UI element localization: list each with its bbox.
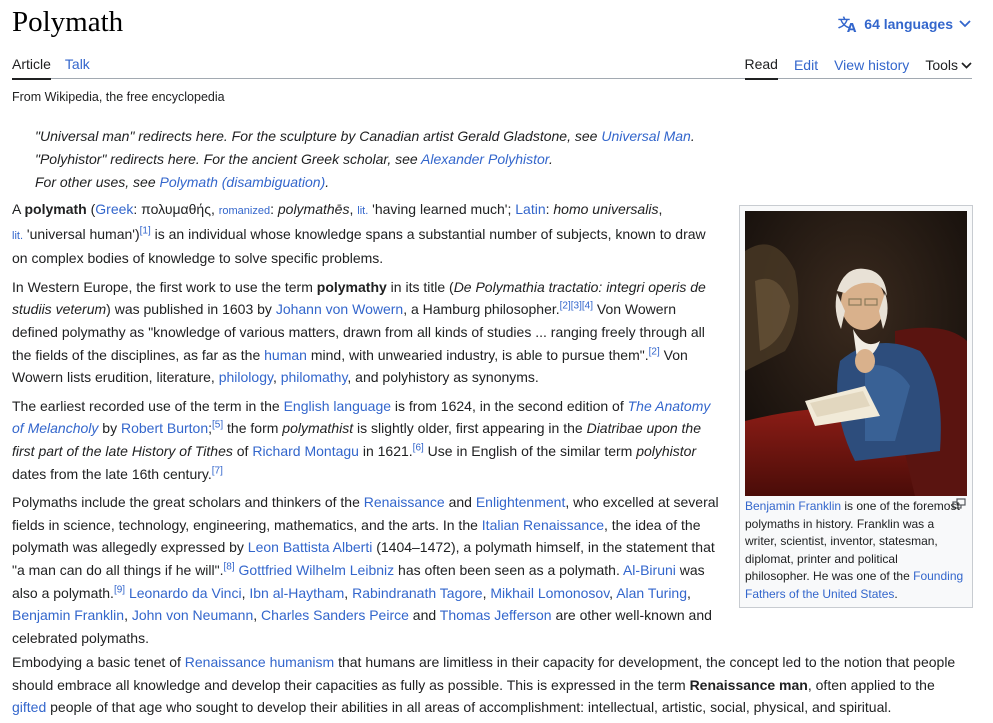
svg-text:A: A xyxy=(847,21,857,33)
chevron-down-icon xyxy=(959,19,971,29)
link-enlightenment[interactable]: Enlightenment xyxy=(476,494,566,510)
hatnote-polyhistor: "Polyhistor" redirects here. For the anc… xyxy=(35,151,553,167)
citation-link[interactable]: [2][3][4] xyxy=(560,301,593,312)
tab-talk[interactable]: Talk xyxy=(65,56,90,80)
citation-link[interactable]: [7] xyxy=(212,465,223,476)
tab-edit[interactable]: Edit xyxy=(794,57,818,79)
link-ibn-al-haytham[interactable]: Ibn al-Haytham xyxy=(249,585,344,601)
link-richard-montagu[interactable]: Richard Montagu xyxy=(252,443,359,459)
link-english-language[interactable]: English language xyxy=(284,398,391,414)
page-title: Polymath xyxy=(12,6,124,38)
link-greek[interactable]: Greek xyxy=(95,201,133,217)
link-lit[interactable]: lit. xyxy=(12,230,23,242)
link-benjamin-franklin-caption[interactable]: Benjamin Franklin xyxy=(745,499,841,513)
link-alan-turing[interactable]: Alan Turing xyxy=(616,585,687,601)
image-caption: Benjamin Franklin is one of the foremost… xyxy=(745,499,964,601)
link-human[interactable]: human xyxy=(264,347,307,363)
citation-link[interactable]: [8] xyxy=(224,561,235,572)
link-lit[interactable]: lit. xyxy=(357,205,368,217)
link-da-vinci[interactable]: Leonardo da Vinci xyxy=(129,585,242,601)
link-latin[interactable]: Latin xyxy=(515,201,545,217)
tools-label: Tools xyxy=(925,57,958,73)
hatnote-other-uses: For other uses, see Polymath (disambigua… xyxy=(35,174,330,190)
article-page: Polymath 文 A 64 languages Article Talk R… xyxy=(0,0,993,723)
chevron-down-icon xyxy=(961,57,972,73)
paragraph-western-europe: In Western Europe, the first work to use… xyxy=(12,278,706,386)
paragraph-intro: A polymath (Greek: πολυμαθής, romanized:… xyxy=(12,201,706,267)
paragraph-earliest-use: The earliest recorded use of the term in… xyxy=(12,397,711,482)
link-von-neumann[interactable]: John von Neumann xyxy=(132,607,253,623)
link-tagore[interactable]: Rabindranath Tagore xyxy=(352,585,483,601)
tab-article[interactable]: Article xyxy=(12,56,51,80)
link-peirce[interactable]: Charles Sanders Peirce xyxy=(261,607,409,623)
translate-icon: 文 A xyxy=(838,15,858,33)
franklin-portrait-image[interactable] xyxy=(745,211,967,496)
link-romanized[interactable]: romanized xyxy=(219,205,270,217)
citation-link[interactable]: [5] xyxy=(212,420,223,431)
languages-label: 64 languages xyxy=(864,16,953,32)
paragraph-humanism: Embodying a basic tenet of Renaissance h… xyxy=(12,654,956,716)
citation-link[interactable]: [6] xyxy=(413,442,424,453)
link-jefferson[interactable]: Thomas Jefferson xyxy=(440,607,552,623)
link-philology[interactable]: philology xyxy=(219,369,273,385)
tab-read[interactable]: Read xyxy=(744,56,778,80)
hatnote-universal-man: "Universal man" redirects here. For the … xyxy=(35,128,695,144)
link-polymath-disambiguation[interactable]: Polymath (disambiguation) xyxy=(160,174,326,190)
article-body: A polymath (Greek: πολυμαθής, romanized:… xyxy=(12,198,720,655)
link-universal-man[interactable]: Universal Man xyxy=(601,128,690,144)
paragraph-polymaths: Polymaths include the great scholars and… xyxy=(12,494,719,646)
link-lomonosov[interactable]: Mikhail Lomonosov xyxy=(490,585,609,601)
citation-link[interactable]: [2] xyxy=(649,346,660,357)
link-alexander-polyhistor[interactable]: Alexander Polyhistor xyxy=(421,151,549,167)
link-robert-burton[interactable]: Robert Burton xyxy=(121,420,208,436)
link-gifted[interactable]: gifted xyxy=(12,699,46,715)
page-tabs: Article Talk Read Edit View history Tool… xyxy=(12,52,972,80)
link-philomathy[interactable]: philomathy xyxy=(281,369,348,385)
link-benjamin-franklin[interactable]: Benjamin Franklin xyxy=(12,607,124,623)
infobox-thumbnail: Benjamin Franklin is one of the foremost… xyxy=(739,205,973,608)
link-renaissance-humanism[interactable]: Renaissance humanism xyxy=(185,654,334,670)
link-leibniz[interactable]: Gottfried Wilhelm Leibniz xyxy=(239,562,395,578)
citation-link[interactable]: [1] xyxy=(140,225,151,236)
link-johann-von-wowern[interactable]: Johann von Wowern xyxy=(276,301,403,317)
tools-menu-button[interactable]: Tools xyxy=(925,57,972,79)
hatnotes: "Universal man" redirects here. For the … xyxy=(35,125,695,194)
tab-view-history[interactable]: View history xyxy=(834,57,909,79)
link-renaissance[interactable]: Renaissance xyxy=(364,494,445,510)
site-subtitle: From Wikipedia, the free encyclopedia xyxy=(12,90,225,104)
link-al-biruni[interactable]: Al-Biruni xyxy=(623,562,676,578)
citation-link[interactable]: [9] xyxy=(114,584,125,595)
languages-button[interactable]: 文 A 64 languages xyxy=(838,15,971,33)
link-italian-renaissance[interactable]: Italian Renaissance xyxy=(482,517,604,533)
link-alberti[interactable]: Leon Battista Alberti xyxy=(248,539,373,555)
